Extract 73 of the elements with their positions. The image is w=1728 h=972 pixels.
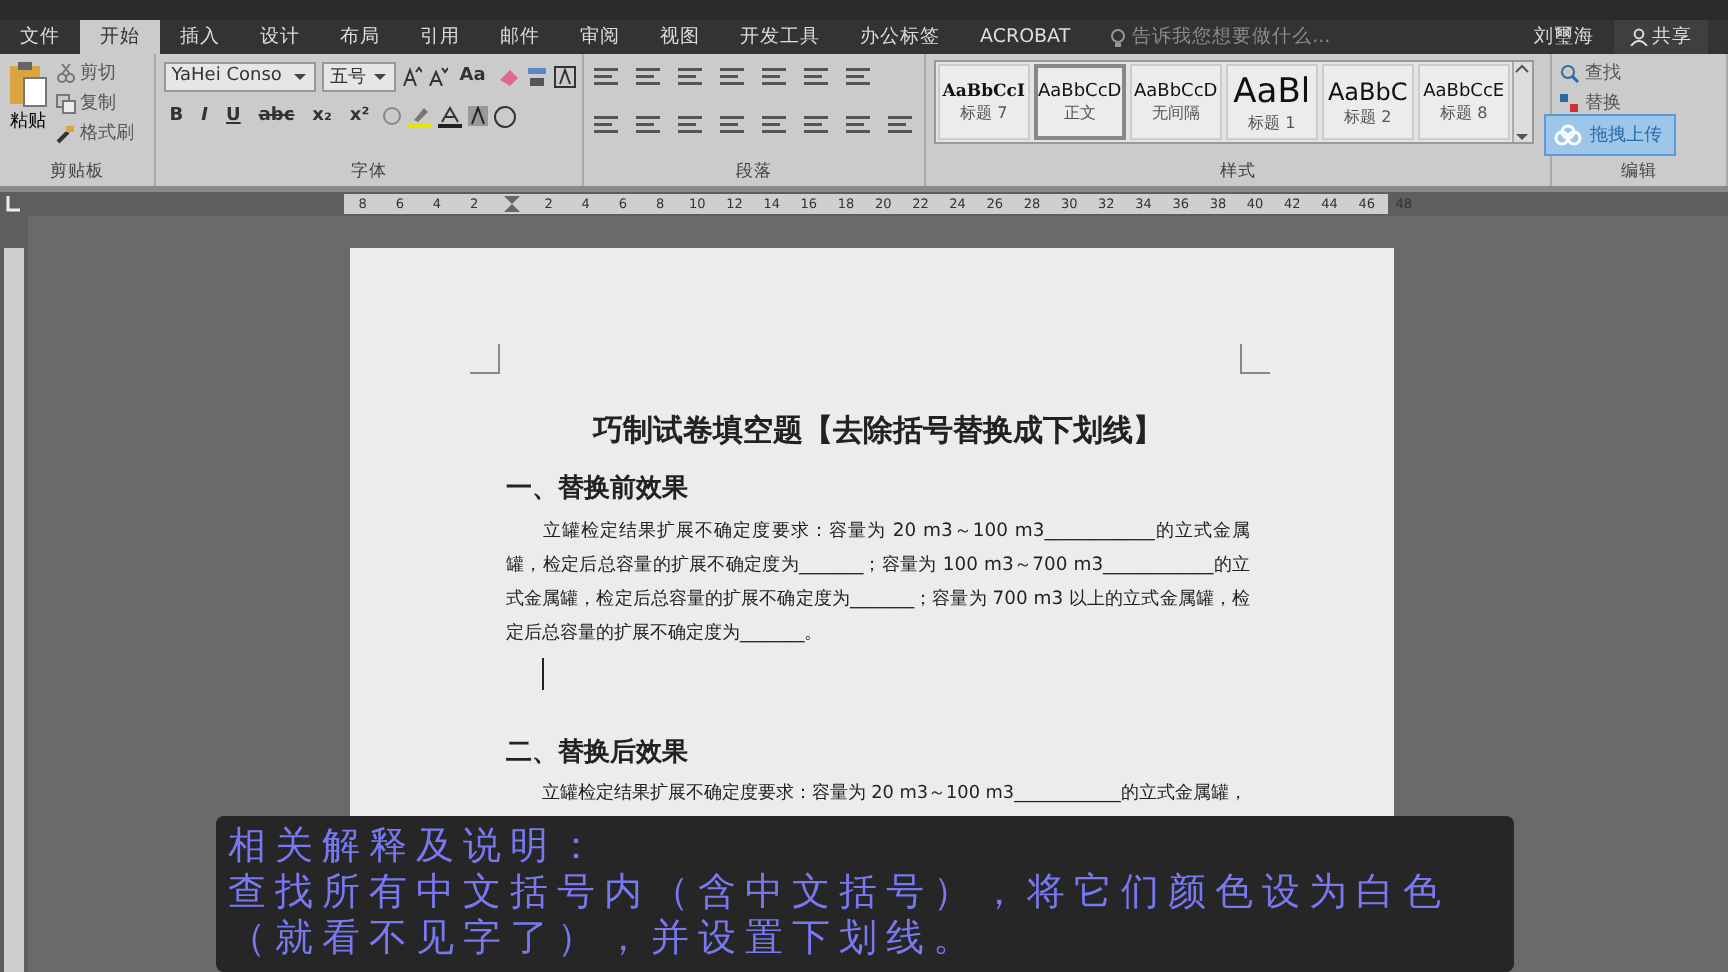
group-label: 样式: [1218, 160, 1259, 186]
ribbon-tab[interactable]: 开发工具: [720, 20, 840, 54]
character-shading-icon[interactable]: [467, 106, 488, 126]
find-button[interactable]: 查找: [1560, 60, 1621, 86]
style-item[interactable]: AaBbCcD 无间隔: [1129, 64, 1222, 140]
section-heading: 一、替换前效果: [506, 472, 690, 506]
ribbon-tab[interactable]: 邮件: [480, 20, 560, 54]
dropdown-arrow-icon: [291, 69, 308, 83]
copy-button[interactable]: 复制: [56, 90, 134, 116]
caption-line: 相关解释及说明：: [228, 824, 606, 870]
lightbulb-icon: [1110, 27, 1127, 47]
format-painter-button[interactable]: 格式刷: [56, 120, 134, 146]
caption-line: 查找所有中文括号内（含中文括号），将它们颜色设为白色: [228, 870, 1452, 916]
group-label: 字体: [348, 160, 389, 186]
style-item[interactable]: AaBl 标题 1: [1225, 64, 1318, 140]
format-button[interactable]: abc: [252, 106, 301, 126]
body-paragraph: 立罐检定结果扩展不确定度要求：容量为 20 m3～100 m3____________的立式金属罐，: [539, 781, 1249, 808]
copy-icon: [56, 93, 76, 113]
brush-icon: [56, 123, 76, 143]
format-button[interactable]: x²: [343, 106, 376, 126]
font-name-box[interactable]: YaHei Conso: [163, 61, 316, 91]
ribbon-tab[interactable]: 设计: [240, 20, 320, 54]
style-item[interactable]: AaBbCcD 正文: [1033, 64, 1126, 140]
caption-line: （就看不见字了），并设置下划线。: [228, 916, 982, 962]
ribbon-tab[interactable]: 开始: [80, 20, 160, 54]
scissors-icon: [56, 63, 76, 83]
replace-icon: [1560, 93, 1581, 113]
style-item[interactable]: AaBbCcI 标题 7: [937, 64, 1030, 140]
document-title: 巧制试卷填空题【去除括号替换成下划线】: [590, 412, 1165, 450]
character-border-icon[interactable]: [553, 65, 576, 87]
paste-button[interactable]: 粘贴: [8, 60, 48, 160]
person-icon: [1630, 28, 1648, 46]
group-label: 编辑: [1619, 160, 1660, 186]
ribbon-tab[interactable]: ACROBAT: [960, 20, 1091, 54]
margin-corner-mark: [470, 344, 500, 374]
ribbon-tab[interactable]: 布局: [320, 20, 400, 54]
cloud-icon: [1554, 124, 1582, 146]
shrink-font-icon[interactable]: [427, 66, 448, 86]
format-button[interactable]: I: [195, 106, 214, 126]
gallery-scrollbar[interactable]: [1511, 62, 1532, 142]
cut-button[interactable]: 剪切: [56, 60, 134, 86]
tab-stop-icon[interactable]: [6, 196, 22, 212]
ribbon-tab[interactable]: 插入: [160, 20, 240, 54]
user-name[interactable]: 刘璽海: [1534, 20, 1594, 54]
style-item[interactable]: AaBbC 标题 2: [1321, 64, 1414, 140]
more-icon[interactable]: [1513, 130, 1530, 142]
ribbon-tab[interactable]: 视图: [640, 20, 720, 54]
style-item[interactable]: AaBbCcE 标题 8: [1417, 64, 1510, 140]
dropdown-arrow-icon: [371, 69, 388, 83]
search-icon: [1560, 63, 1581, 83]
format-button[interactable]: x₂: [306, 106, 338, 126]
clipboard-icon: [8, 60, 48, 108]
ribbon-tab[interactable]: 审阅: [560, 20, 640, 54]
share-button[interactable]: 共享: [1614, 20, 1708, 54]
body-paragraph: 立罐检定结果扩展不确定度要求：容量为 20 m3～100 m3____________的立式金属罐，检定后总容量的扩展不确定度为_______；容量为 100 m3～700 m3____________的立式金属罐，检定后总容量的扩展不确定度为_______；容量为 700 m3 以上的立式金属罐，检定后总容量的扩展不确定度为_______。: [506, 518, 1250, 648]
group-label: 段落: [733, 160, 774, 186]
font-size-box[interactable]: 五号: [321, 61, 396, 91]
margin-corner-mark: [1240, 344, 1270, 374]
grow-font-icon[interactable]: [401, 66, 422, 86]
group-label: 剪贴板: [47, 160, 106, 186]
ribbon-tab[interactable]: 引用: [400, 20, 480, 54]
format-button[interactable]: B: [163, 106, 190, 126]
format-button[interactable]: U: [220, 106, 247, 126]
replace-button[interactable]: 替换: [1560, 90, 1621, 116]
ribbon-tab[interactable]: 文件: [0, 20, 80, 54]
indent-marker-icon[interactable]: [503, 196, 520, 212]
font-color-icon[interactable]: [437, 105, 462, 127]
section-heading: 二、替换后效果: [506, 735, 690, 770]
scroll-up-icon[interactable]: [1513, 62, 1530, 74]
tell-me-field[interactable]: 告诉我您想要做什么...: [1110, 20, 1373, 54]
text-cursor: [542, 658, 544, 690]
change-case-button[interactable]: Aa: [453, 66, 492, 86]
ribbon-tab[interactable]: 办公标签: [840, 20, 960, 54]
